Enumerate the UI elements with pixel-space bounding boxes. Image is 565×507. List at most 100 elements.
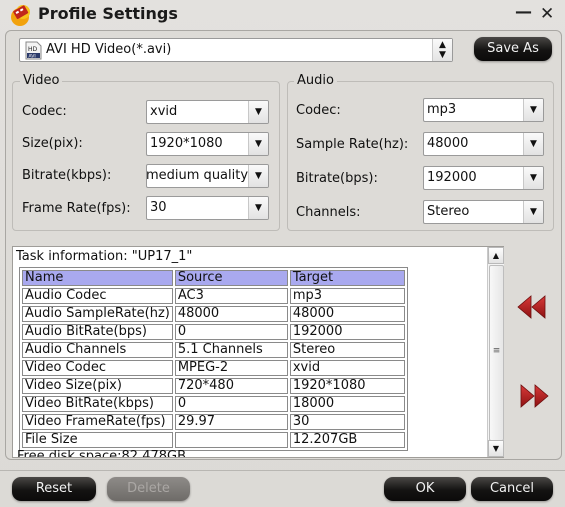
delete-button[interactable]: Delete [107, 477, 190, 501]
video-bitrate-select[interactable]: medium quality ▼ [146, 164, 269, 188]
table-row: Video FrameRate(fps) 29.97 30 [22, 414, 405, 430]
cell-name: Video Codec [22, 360, 173, 376]
table-row: Audio Channels 5.1 Channels Stereo [22, 342, 405, 358]
scroll-up-icon[interactable]: ▲ [488, 247, 504, 264]
save-as-button[interactable]: Save As [474, 37, 552, 61]
audio-channels-value: Stereo [427, 204, 470, 219]
audio-samplerate-value: 48000 [427, 136, 469, 151]
profile-value: AVI HD Video(*.avi) [46, 42, 172, 57]
cell-source: MPEG-2 [174, 360, 288, 376]
scroll-thumb[interactable]: ≡ [489, 265, 504, 441]
video-codec-value: xvid [150, 104, 178, 119]
reset-button[interactable]: Reset [12, 477, 96, 501]
video-codec-select[interactable]: xvid ▼ [146, 100, 269, 124]
audio-bitrate-value: 192000 [427, 170, 477, 185]
audio-codec-select[interactable]: mp3 ▼ [423, 98, 544, 122]
video-size-label: Size(pix): [22, 136, 83, 151]
cell-source: 0 [174, 324, 288, 340]
table-row: Video BitRate(kbps) 0 18000 [22, 396, 405, 412]
audio-channels-select[interactable]: Stereo ▼ [423, 200, 544, 224]
previous-arrow-icon[interactable] [516, 295, 548, 319]
task-info-scrollbar[interactable]: ▲ ≡ ▼ [487, 247, 504, 457]
cell-source [174, 432, 288, 448]
cell-target: 48000 [289, 306, 405, 322]
profile-select[interactable]: HD AVI AVI HD Video(*.avi) ▲ ▼ [19, 38, 453, 62]
video-framerate-select[interactable]: 30 ▼ [146, 196, 269, 220]
table-row: Video Codec MPEG-2 xvid [22, 360, 405, 376]
cell-target: 12.207GB [289, 432, 405, 448]
table-row: Video Size(pix) 720*480 1920*1080 [22, 378, 405, 394]
cell-target: 1920*1080 [289, 378, 405, 394]
chevron-down-icon[interactable]: ▼ [248, 101, 268, 123]
cell-name: Video BitRate(kbps) [22, 396, 173, 412]
avi-hd-file-icon: HD AVI [25, 41, 42, 60]
audio-group-title: Audio [294, 73, 337, 88]
task-info-panel: Task information: "UP17_1" Name Source T… [12, 246, 504, 458]
cell-name: Audio BitRate(bps) [22, 324, 173, 340]
cell-source: AC3 [174, 288, 288, 304]
cell-target: 30 [289, 414, 405, 430]
chevron-down-icon[interactable]: ▼ [523, 167, 543, 189]
profile-spinner-icon[interactable]: ▲ ▼ [432, 39, 452, 61]
chevron-down-icon[interactable]: ▼ [523, 201, 543, 223]
svg-text:AVI: AVI [29, 54, 36, 60]
cell-name: Audio SampleRate(hz) [22, 306, 173, 322]
scroll-down-icon[interactable]: ▼ [488, 440, 504, 457]
header-target: Target [289, 270, 405, 286]
cell-source: 29.97 [174, 414, 288, 430]
chevron-down-icon[interactable]: ▼ [248, 165, 268, 187]
cell-source: 720*480 [174, 378, 288, 394]
chevron-down-icon[interactable]: ▼ [523, 99, 543, 121]
ok-button[interactable]: OK [384, 477, 466, 501]
title-bar: Profile Settings — ✕ [0, 0, 565, 30]
task-info-table: Name Source Target Audio Codec AC3 mp3 Audi… [19, 267, 408, 451]
chevron-down-icon[interactable]: ▼ [248, 133, 268, 155]
header-name: Name [22, 270, 173, 286]
chevron-down-icon[interactable]: ▼ [248, 197, 268, 219]
cell-target: mp3 [289, 288, 405, 304]
task-info-title: Task information: "UP17_1" [16, 249, 193, 264]
cell-name: Audio Codec [22, 288, 173, 304]
audio-samplerate-select[interactable]: 48000 ▼ [423, 132, 544, 156]
audio-codec-value: mp3 [427, 102, 457, 117]
audio-codec-label: Codec: [296, 103, 341, 118]
video-group-title: Video [20, 73, 63, 88]
cancel-button[interactable]: Cancel [471, 477, 553, 501]
window-title: Profile Settings [38, 4, 178, 23]
cell-target: Stereo [289, 342, 405, 358]
cell-source: 0 [174, 396, 288, 412]
cell-name: Audio Channels [22, 342, 173, 358]
app-logo-icon [11, 5, 30, 26]
table-row: File Size 12.207GB [22, 432, 405, 448]
audio-bitrate-select[interactable]: 192000 ▼ [423, 166, 544, 190]
table-row: Audio BitRate(bps) 0 192000 [22, 324, 405, 340]
close-button[interactable]: ✕ [540, 4, 554, 24]
svg-text:HD: HD [28, 46, 38, 53]
audio-bitrate-label: Bitrate(bps): [296, 171, 378, 186]
video-bitrate-label: Bitrate(kbps): [22, 168, 112, 183]
free-disk-space: Free disk space:82.478GB [17, 449, 187, 458]
cell-target: 192000 [289, 324, 405, 340]
audio-samplerate-label: Sample Rate(hz): [296, 137, 409, 152]
video-framerate-value: 30 [150, 200, 167, 215]
cell-name: Video Size(pix) [22, 378, 173, 394]
video-bitrate-value: medium quality [146, 168, 249, 183]
table-row: Audio Codec AC3 mp3 [22, 288, 405, 304]
footer-divider [0, 470, 565, 471]
minimize-button[interactable]: — [515, 2, 532, 22]
cell-name: Video FrameRate(fps) [22, 414, 173, 430]
next-arrow-icon[interactable] [519, 384, 551, 408]
table-header-row: Name Source Target [22, 270, 405, 286]
video-size-value: 1920*1080 [150, 136, 223, 151]
cell-source: 5.1 Channels [174, 342, 288, 358]
audio-channels-label: Channels: [296, 205, 361, 220]
chevron-down-icon[interactable]: ▼ [523, 133, 543, 155]
cell-source: 48000 [174, 306, 288, 322]
video-framerate-label: Frame Rate(fps): [22, 201, 131, 216]
cell-target: xvid [289, 360, 405, 376]
video-codec-label: Codec: [22, 104, 67, 119]
cell-target: 18000 [289, 396, 405, 412]
video-size-select[interactable]: 1920*1080 ▼ [146, 132, 269, 156]
cell-name: File Size [22, 432, 173, 448]
header-source: Source [174, 270, 288, 286]
